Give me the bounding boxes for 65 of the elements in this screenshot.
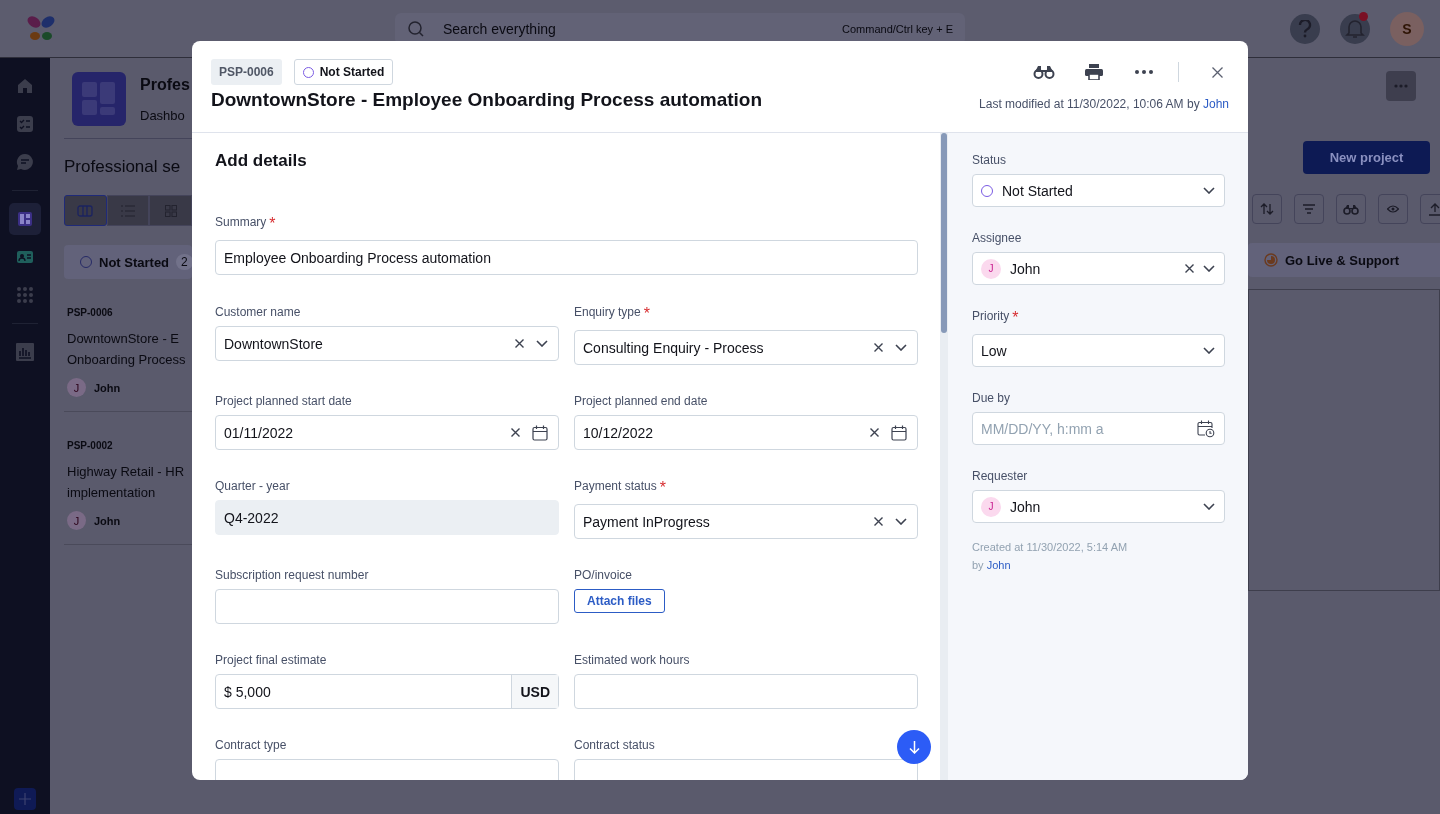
card-id: PSP-0002 <box>67 440 114 451</box>
new-project-button[interactable]: New project <box>1303 141 1430 174</box>
field-label: Requester <box>972 469 1028 483</box>
card-title: Highway Retail - HR <box>67 463 186 481</box>
column-title: Go Live & Support <box>1285 252 1400 268</box>
count-badge: 2 <box>176 254 192 270</box>
required-mark: * <box>1012 309 1019 327</box>
summary-field[interactable]: Employee Onboarding Process automation <box>215 240 918 275</box>
field-label: Summary <box>215 215 267 229</box>
field-label: Due by <box>972 391 1011 405</box>
field-label: Subscription request number <box>215 568 369 582</box>
dropdown-field[interactable]: DowntownStore <box>215 326 559 361</box>
created-by-text: by John <box>972 559 1012 571</box>
card-title: implementation <box>67 484 157 502</box>
avatar: J <box>981 258 1001 279</box>
dropdown-field[interactable]: J John <box>972 252 1225 285</box>
avatar: J <box>981 496 1001 517</box>
field-label: Contract type <box>215 738 287 752</box>
required-mark: * <box>269 215 276 233</box>
field-label: Quarter - year <box>215 479 290 493</box>
user-link[interactable]: John <box>986 559 1011 571</box>
required-mark: * <box>643 305 650 323</box>
card-title: Onboarding Process <box>67 351 187 369</box>
section-title: Add details <box>215 151 308 171</box>
dropdown-field[interactable]: Not Started <box>972 174 1225 207</box>
currency-field[interactable]: $ 5,000 USD <box>215 674 559 709</box>
field-label: Project planned end date <box>574 394 708 408</box>
shortcut-hint: Command/Ctrl key + E <box>842 22 953 35</box>
page-header-title: Profes <box>140 75 190 94</box>
dropdown-field[interactable]: J John <box>972 490 1225 523</box>
column-title: Not Started <box>99 254 170 270</box>
last-modified-text: Last modified at 11/30/2022, 10:06 AM by John <box>979 97 1229 111</box>
field-label: Enquiry type <box>574 305 641 319</box>
assignee-name: John <box>94 514 121 527</box>
field-label: PO/invoice <box>574 568 633 582</box>
avatar: J <box>67 511 86 530</box>
user-link[interactable]: John <box>1202 97 1229 111</box>
card-title: DowntownStore - E <box>67 330 180 348</box>
created-text: Created at 11/30/2022, 5:14 AM <box>972 541 1129 553</box>
dropdown-field[interactable]: Payment InProgress <box>574 504 918 539</box>
field-label: Project planned start date <box>215 394 352 408</box>
field-label: Status <box>972 153 1007 167</box>
search-placeholder: Search everything <box>443 20 557 37</box>
date-field[interactable]: 01/11/2022 <box>215 415 559 450</box>
dropdown-field[interactable]: Low <box>972 334 1225 367</box>
assignee-name: John <box>94 381 121 394</box>
field-label: Project final estimate <box>215 653 327 667</box>
readonly-field: Q4-2022 <box>215 500 559 535</box>
id-tag: PSP-0006 <box>211 59 282 85</box>
currency-unit: USD <box>511 675 558 708</box>
card-id: PSP-0006 <box>67 307 114 318</box>
attach-files-button[interactable]: Attach files <box>574 589 665 613</box>
status-tag: Not Started <box>293 59 394 85</box>
dropdown-field[interactable]: Consulting Enquiry - Process <box>574 330 918 365</box>
field-label: Contract status <box>574 738 655 752</box>
page-title: Professional se <box>64 157 182 177</box>
field-label: Priority <box>972 309 1010 323</box>
field-label: Payment status <box>574 479 657 493</box>
required-mark: * <box>659 479 666 497</box>
avatar: J <box>67 378 86 397</box>
dialog-title: DowntownStore - Employee Onboarding Process automation <box>211 89 763 111</box>
field-label: Customer name <box>215 305 301 319</box>
field-label: Estimated work hours <box>574 653 690 667</box>
field-label: Assignee <box>972 231 1022 245</box>
date-field[interactable]: 10/12/2022 <box>574 415 918 450</box>
